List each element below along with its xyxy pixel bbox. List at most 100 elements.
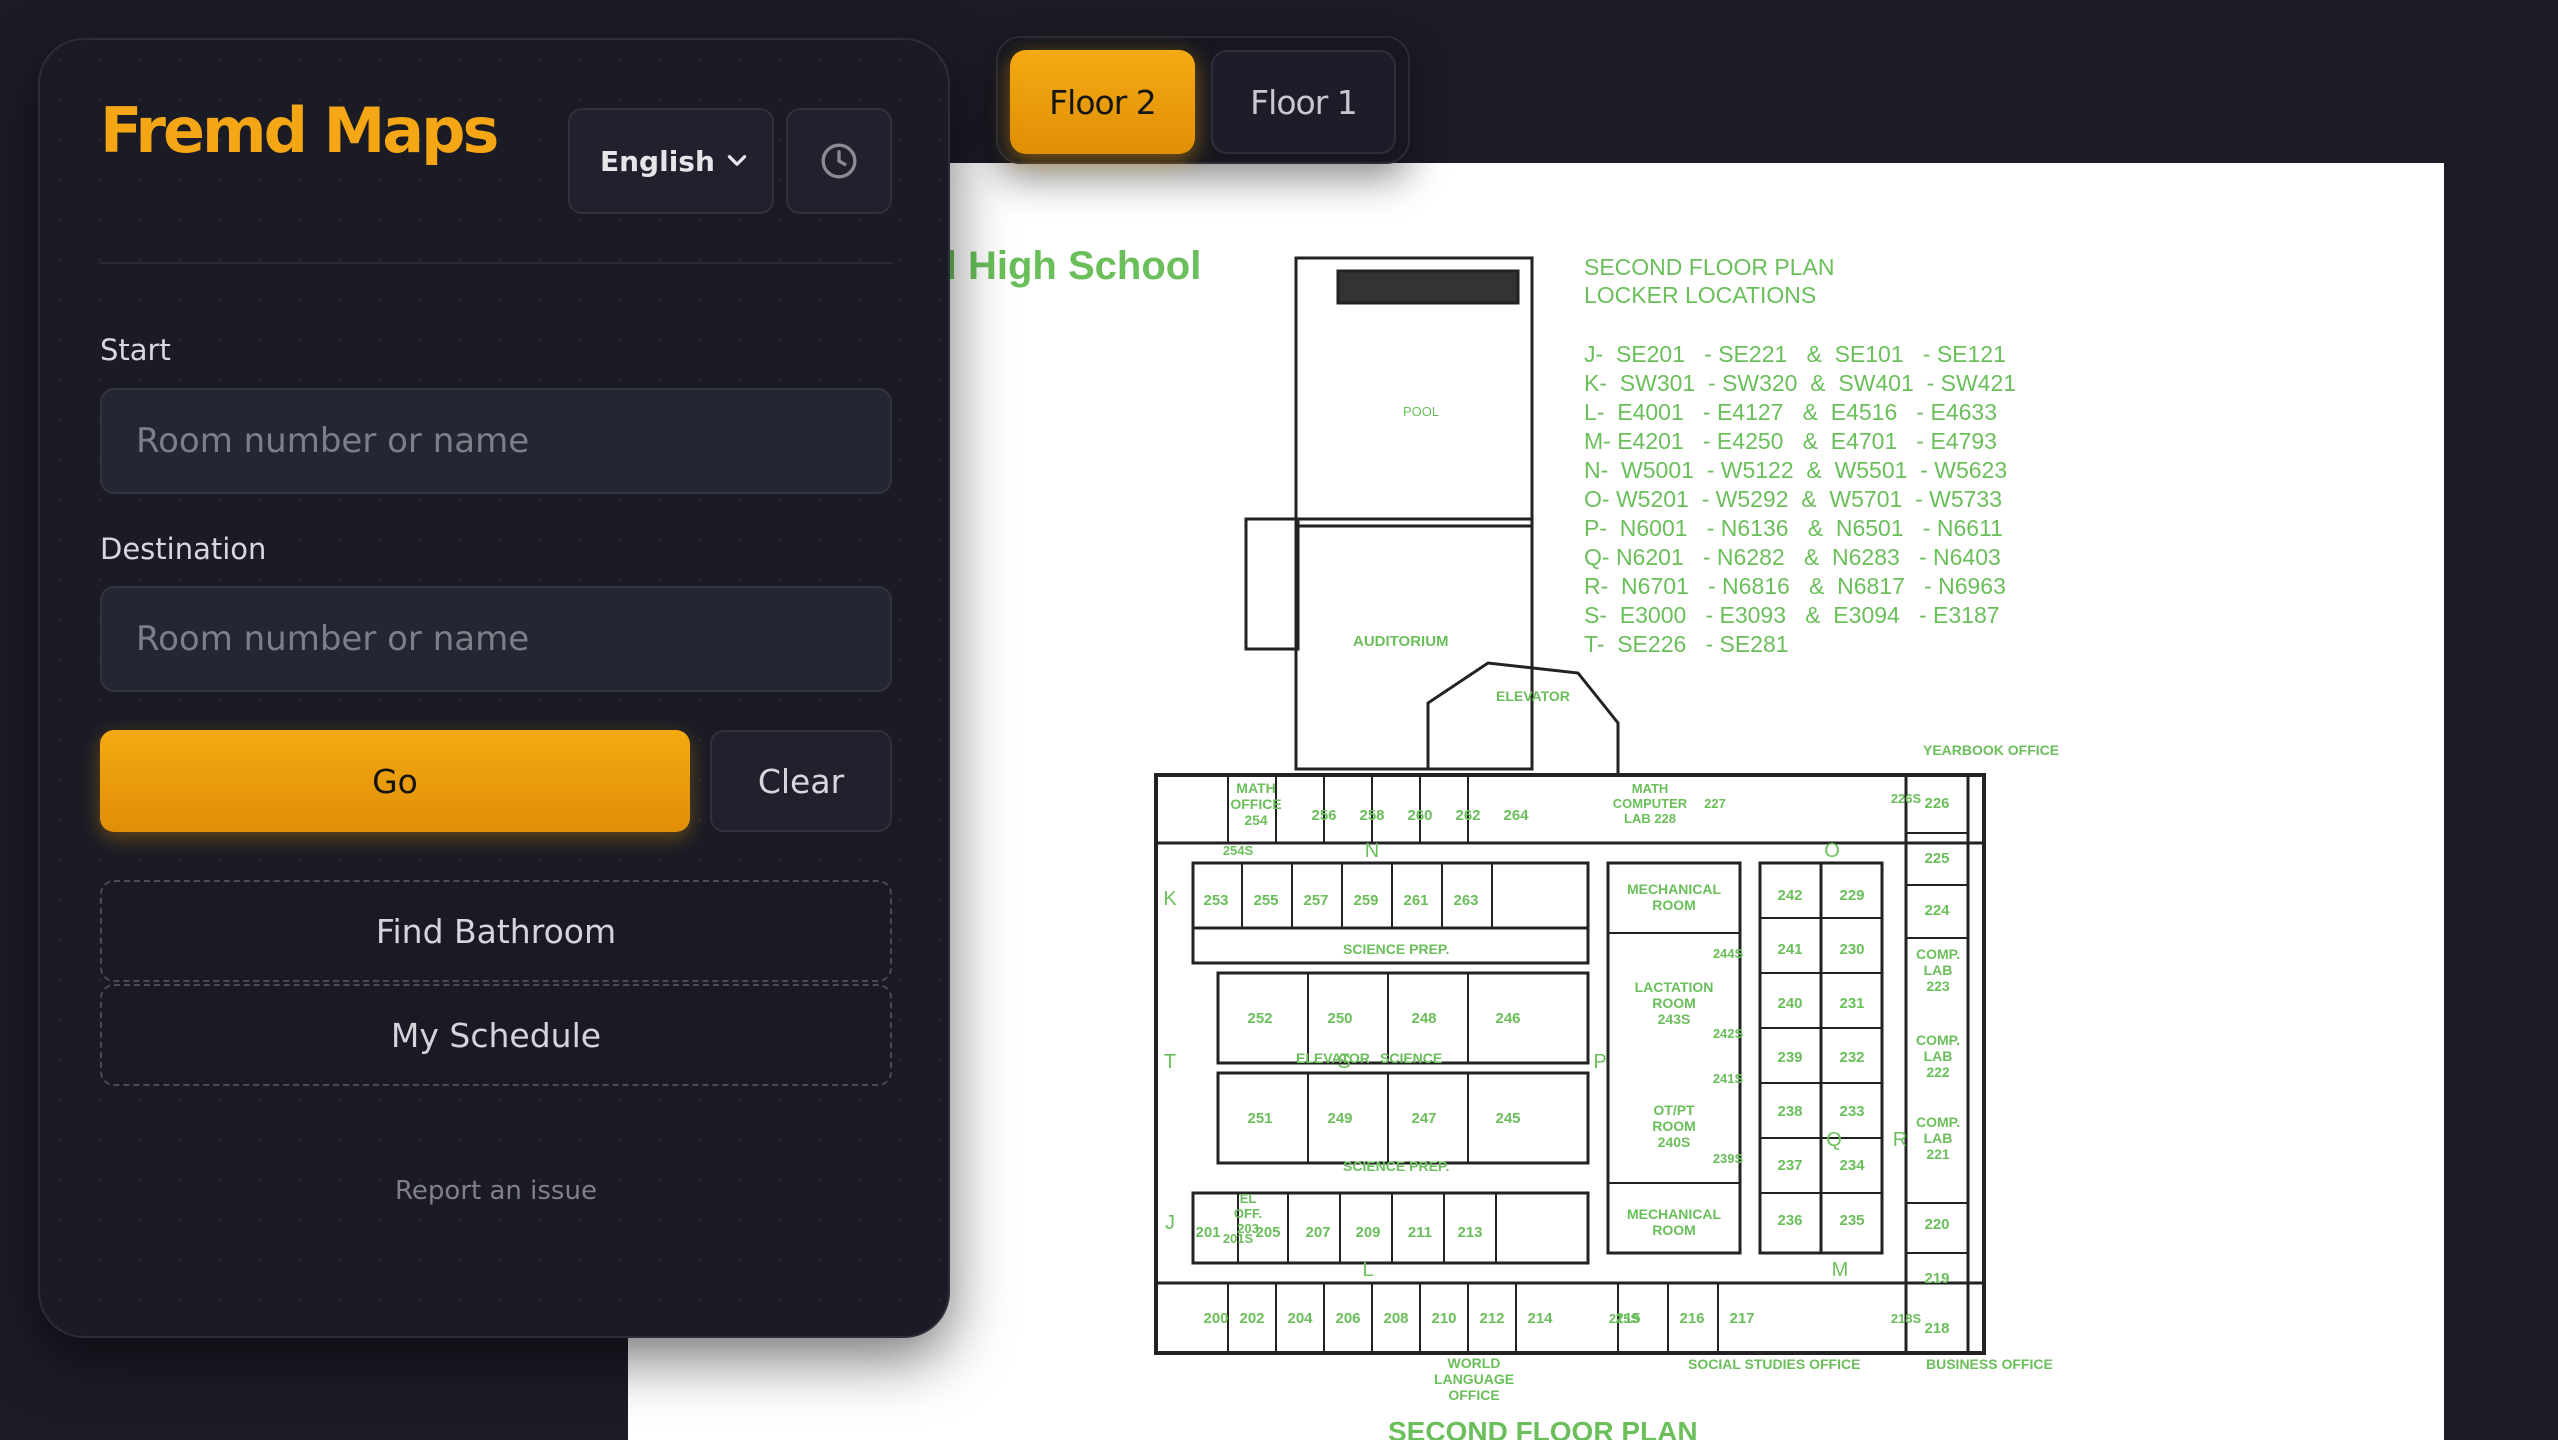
room-number: 248	[1411, 1010, 1436, 1027]
room-number: 237	[1777, 1157, 1802, 1174]
map-label-world-lang: LANGUAGE	[1434, 1371, 1514, 1387]
room-number: 208	[1383, 1310, 1408, 1327]
start-input[interactable]	[100, 388, 892, 494]
room-number: 246	[1495, 1010, 1520, 1027]
room-number: 200	[1203, 1310, 1228, 1327]
map-school-title: nd High School	[908, 244, 1201, 288]
map-label-mech-room: MECHANICAL	[1627, 1206, 1722, 1222]
room-number: 238	[1777, 1103, 1802, 1120]
destination-label: Destination	[100, 532, 267, 566]
room-number: 205	[1255, 1224, 1280, 1241]
room-number: 214	[1527, 1310, 1553, 1327]
room-number: 260	[1407, 807, 1432, 824]
map-label-elevator-2: ELEVATOR	[1296, 1050, 1370, 1066]
map-label-comp-lab-221: COMP.	[1916, 1114, 1960, 1130]
locker-line: L- E4001 - E4127 & E4516 - E4633	[1584, 399, 1997, 425]
room-number: 254S	[1223, 843, 1254, 858]
room-number: 257	[1303, 892, 1328, 909]
room-number: 235	[1839, 1212, 1864, 1229]
room-number: 210	[1431, 1310, 1456, 1327]
room-number: 241	[1777, 941, 1802, 958]
map-label-otpt: 240S	[1658, 1134, 1691, 1150]
room-number: 209	[1355, 1224, 1380, 1241]
room-number: 218	[1924, 1320, 1949, 1337]
map-label-math-lab: LAB 228	[1624, 811, 1676, 826]
locker-line: Q- N6201 - N6282 & N6283 - N6403	[1584, 544, 2001, 570]
room-number: 231	[1839, 995, 1864, 1012]
corridor-letter: M	[1832, 1259, 1849, 1281]
map-label-comp-lab-222: LAB	[1924, 1048, 1953, 1064]
room-number: 239	[1777, 1049, 1802, 1066]
map-label-mech-room: MECHANICAL	[1627, 881, 1722, 897]
clear-button[interactable]: Clear	[710, 730, 892, 832]
room-number: 252	[1247, 1010, 1272, 1027]
room-number: 202	[1239, 1310, 1264, 1327]
room-number: 226S	[1891, 791, 1922, 806]
map-label-math-office: OFFICE	[1230, 796, 1281, 812]
map-label-science-prep-bottom: SCIENCE PREP.	[1343, 1158, 1449, 1174]
history-button[interactable]	[786, 108, 892, 214]
map-label-comp-lab-221: LAB	[1924, 1130, 1953, 1146]
navigation-panel: Fremd Maps English Start Destination Go …	[38, 38, 950, 1338]
room-number: 216	[1679, 1310, 1704, 1327]
corridor-letter: R	[1893, 1129, 1907, 1151]
room-number: 253	[1203, 892, 1228, 909]
room-number: 206	[1335, 1310, 1360, 1327]
corridor-letter: L	[1362, 1259, 1373, 1281]
map-label-auditorium: AUDITORIUM	[1353, 633, 1449, 650]
map-label-world-lang: WORLD	[1448, 1355, 1501, 1371]
room-number: 239S	[1713, 1151, 1744, 1166]
corridor-letter: N	[1365, 840, 1379, 862]
start-label: Start	[100, 333, 171, 367]
room-number: 250	[1327, 1010, 1352, 1027]
report-issue-link[interactable]: Report an issue	[100, 1176, 892, 1206]
room-number: 213	[1457, 1224, 1482, 1241]
room-number: 240	[1777, 995, 1802, 1012]
destination-input[interactable]	[100, 586, 892, 692]
go-button[interactable]: Go	[100, 730, 690, 832]
map-label-math-office: MATH	[1236, 780, 1275, 796]
room-number: 261	[1403, 892, 1428, 909]
map-bottom-caption: SECOND FLOOR PLAN	[1388, 1416, 1698, 1440]
corridor-letter: S	[1337, 1051, 1350, 1073]
clock-icon	[821, 143, 857, 179]
map-label-otpt: ROOM	[1652, 1118, 1696, 1134]
locker-line: P- N6001 - N6136 & N6501 - N6611	[1584, 515, 2003, 541]
room-number: 262	[1455, 807, 1480, 824]
room-number: 233	[1839, 1103, 1864, 1120]
header-divider	[100, 262, 892, 264]
map-label-comp-lab-223: COMP.	[1916, 946, 1960, 962]
room-number: 234	[1839, 1157, 1865, 1174]
room-number: 241S	[1713, 1071, 1744, 1086]
room-number: 244S	[1713, 946, 1744, 961]
room-number: 227	[1704, 796, 1726, 811]
room-number: 232	[1839, 1049, 1864, 1066]
map-label-math-lab: MATH	[1632, 781, 1669, 796]
map-label-el-office: OFF.	[1234, 1206, 1262, 1221]
corridor-letter: K	[1163, 888, 1177, 910]
language-select[interactable]: English	[568, 108, 774, 214]
floor-2-tab[interactable]: Floor 2	[1010, 50, 1195, 154]
room-number: 224	[1924, 902, 1950, 919]
app-title: Fremd Maps	[100, 94, 499, 167]
my-schedule-button[interactable]: My Schedule	[100, 984, 892, 1086]
room-number: 229	[1839, 887, 1864, 904]
room-number: 259	[1353, 892, 1378, 909]
corridor-letter: T	[1164, 1051, 1176, 1073]
map-plan-heading: SECOND FLOOR PLAN	[1584, 254, 1835, 280]
room-number: 249	[1327, 1110, 1352, 1127]
find-bathroom-button[interactable]: Find Bathroom	[100, 880, 892, 982]
map-label-pool: POOL	[1403, 404, 1439, 419]
locker-line: N- W5001 - W5122 & W5501 - W5623	[1584, 457, 2007, 483]
room-number: 225	[1924, 850, 1949, 867]
room-number: 245	[1495, 1110, 1520, 1127]
map-label-science-prep-top: SCIENCE PREP.	[1343, 941, 1449, 957]
floor-1-tab[interactable]: Floor 1	[1210, 50, 1396, 154]
room-number: 215S	[1609, 1311, 1640, 1326]
room-number: 201	[1195, 1224, 1220, 1241]
room-number: 242S	[1713, 1026, 1744, 1041]
stage-wing	[1244, 517, 1300, 651]
room-number: 251	[1247, 1110, 1272, 1127]
room-number: 220	[1924, 1216, 1949, 1233]
locker-line: R- N6701 - N6816 & N6817 - N6963	[1584, 573, 2006, 599]
